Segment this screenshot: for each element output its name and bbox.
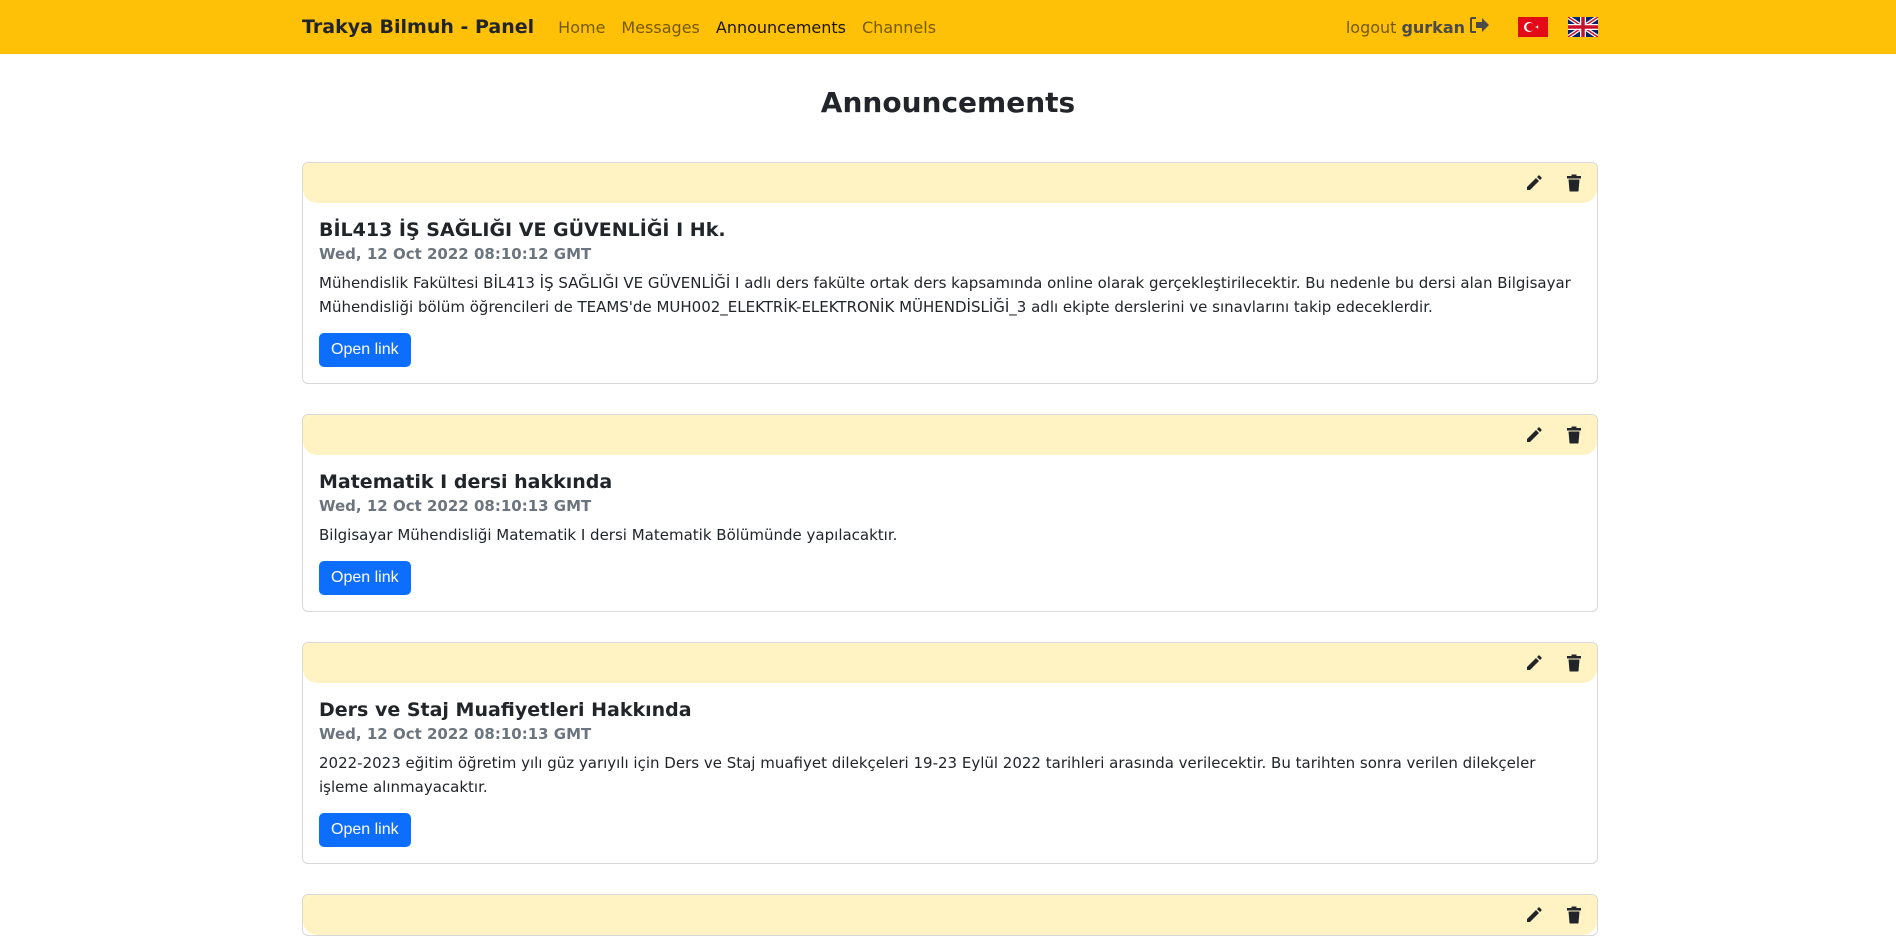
edit-icon[interactable] (1523, 904, 1545, 926)
announcement-date: Wed, 12 Oct 2022 08:10:12 GMT (319, 245, 592, 263)
card-header (303, 163, 1597, 203)
brand[interactable]: Trakya Bilmuh - Panel (302, 16, 534, 38)
announcement-date: Wed, 12 Oct 2022 08:10:13 GMT (319, 497, 592, 515)
turkish-flag-icon[interactable] (1518, 17, 1548, 37)
announcement-text: Mühendislik Fakültesi BİL413 İŞ SAĞLIĞI … (319, 274, 1571, 316)
page-title: Announcements (820, 86, 1076, 119)
announcement-card (302, 894, 1598, 936)
trash-icon[interactable] (1563, 172, 1585, 194)
edit-icon[interactable] (1523, 652, 1545, 674)
trash-icon[interactable] (1563, 904, 1585, 926)
announcement-text: 2022-2023 eğitim öğretim yılı güz yarıyı… (319, 754, 1536, 796)
open-link-button[interactable]: Open link (319, 561, 411, 595)
announcement-title: Ders ve Staj Muafiyetleri Hakkında (319, 699, 692, 721)
announcement-list: BİL413 İŞ SAĞLIĞI VE GÜVENLİĞİ I Hk. Wed… (302, 162, 1598, 936)
trash-icon[interactable] (1563, 652, 1585, 674)
logout-icon (1470, 17, 1490, 37)
username: gurkan (1401, 17, 1465, 37)
announcement-title: Matematik I dersi hakkında (319, 471, 613, 493)
nav-links: Home Messages Announcements Channels (558, 18, 936, 37)
nav-link-messages[interactable]: Messages (621, 18, 699, 37)
navbar: Trakya Bilmuh - Panel Home Messages Anno… (0, 0, 1896, 54)
edit-icon[interactable] (1523, 172, 1545, 194)
card-header (303, 643, 1597, 683)
card-header (303, 895, 1597, 935)
announcement-card: Matematik I dersi hakkında Wed, 12 Oct 2… (302, 414, 1598, 612)
nav-link-announcements[interactable]: Announcements (716, 18, 846, 37)
open-link-button[interactable]: Open link (319, 813, 411, 847)
announcement-text: Bilgisayar Mühendisliği Matematik I ders… (319, 526, 898, 544)
announcement-title: BİL413 İŞ SAĞLIĞI VE GÜVENLİĞİ I Hk. (319, 219, 726, 241)
announcement-card: Ders ve Staj Muafiyetleri Hakkında Wed, … (302, 642, 1598, 864)
open-link-button[interactable]: Open link (319, 333, 411, 367)
nav-link-channels[interactable]: Channels (862, 18, 936, 37)
logout-link[interactable]: logout gurkan (1346, 17, 1490, 37)
logout-label: logout (1345, 17, 1397, 37)
announcement-date: Wed, 12 Oct 2022 08:10:13 GMT (319, 725, 592, 743)
uk-flag-icon[interactable] (1566, 15, 1600, 39)
nav-link-home[interactable]: Home (558, 18, 605, 37)
edit-icon[interactable] (1523, 424, 1545, 446)
trash-icon[interactable] (1563, 424, 1585, 446)
card-header (303, 415, 1597, 455)
announcement-card: BİL413 İŞ SAĞLIĞI VE GÜVENLİĞİ I Hk. Wed… (302, 162, 1598, 384)
